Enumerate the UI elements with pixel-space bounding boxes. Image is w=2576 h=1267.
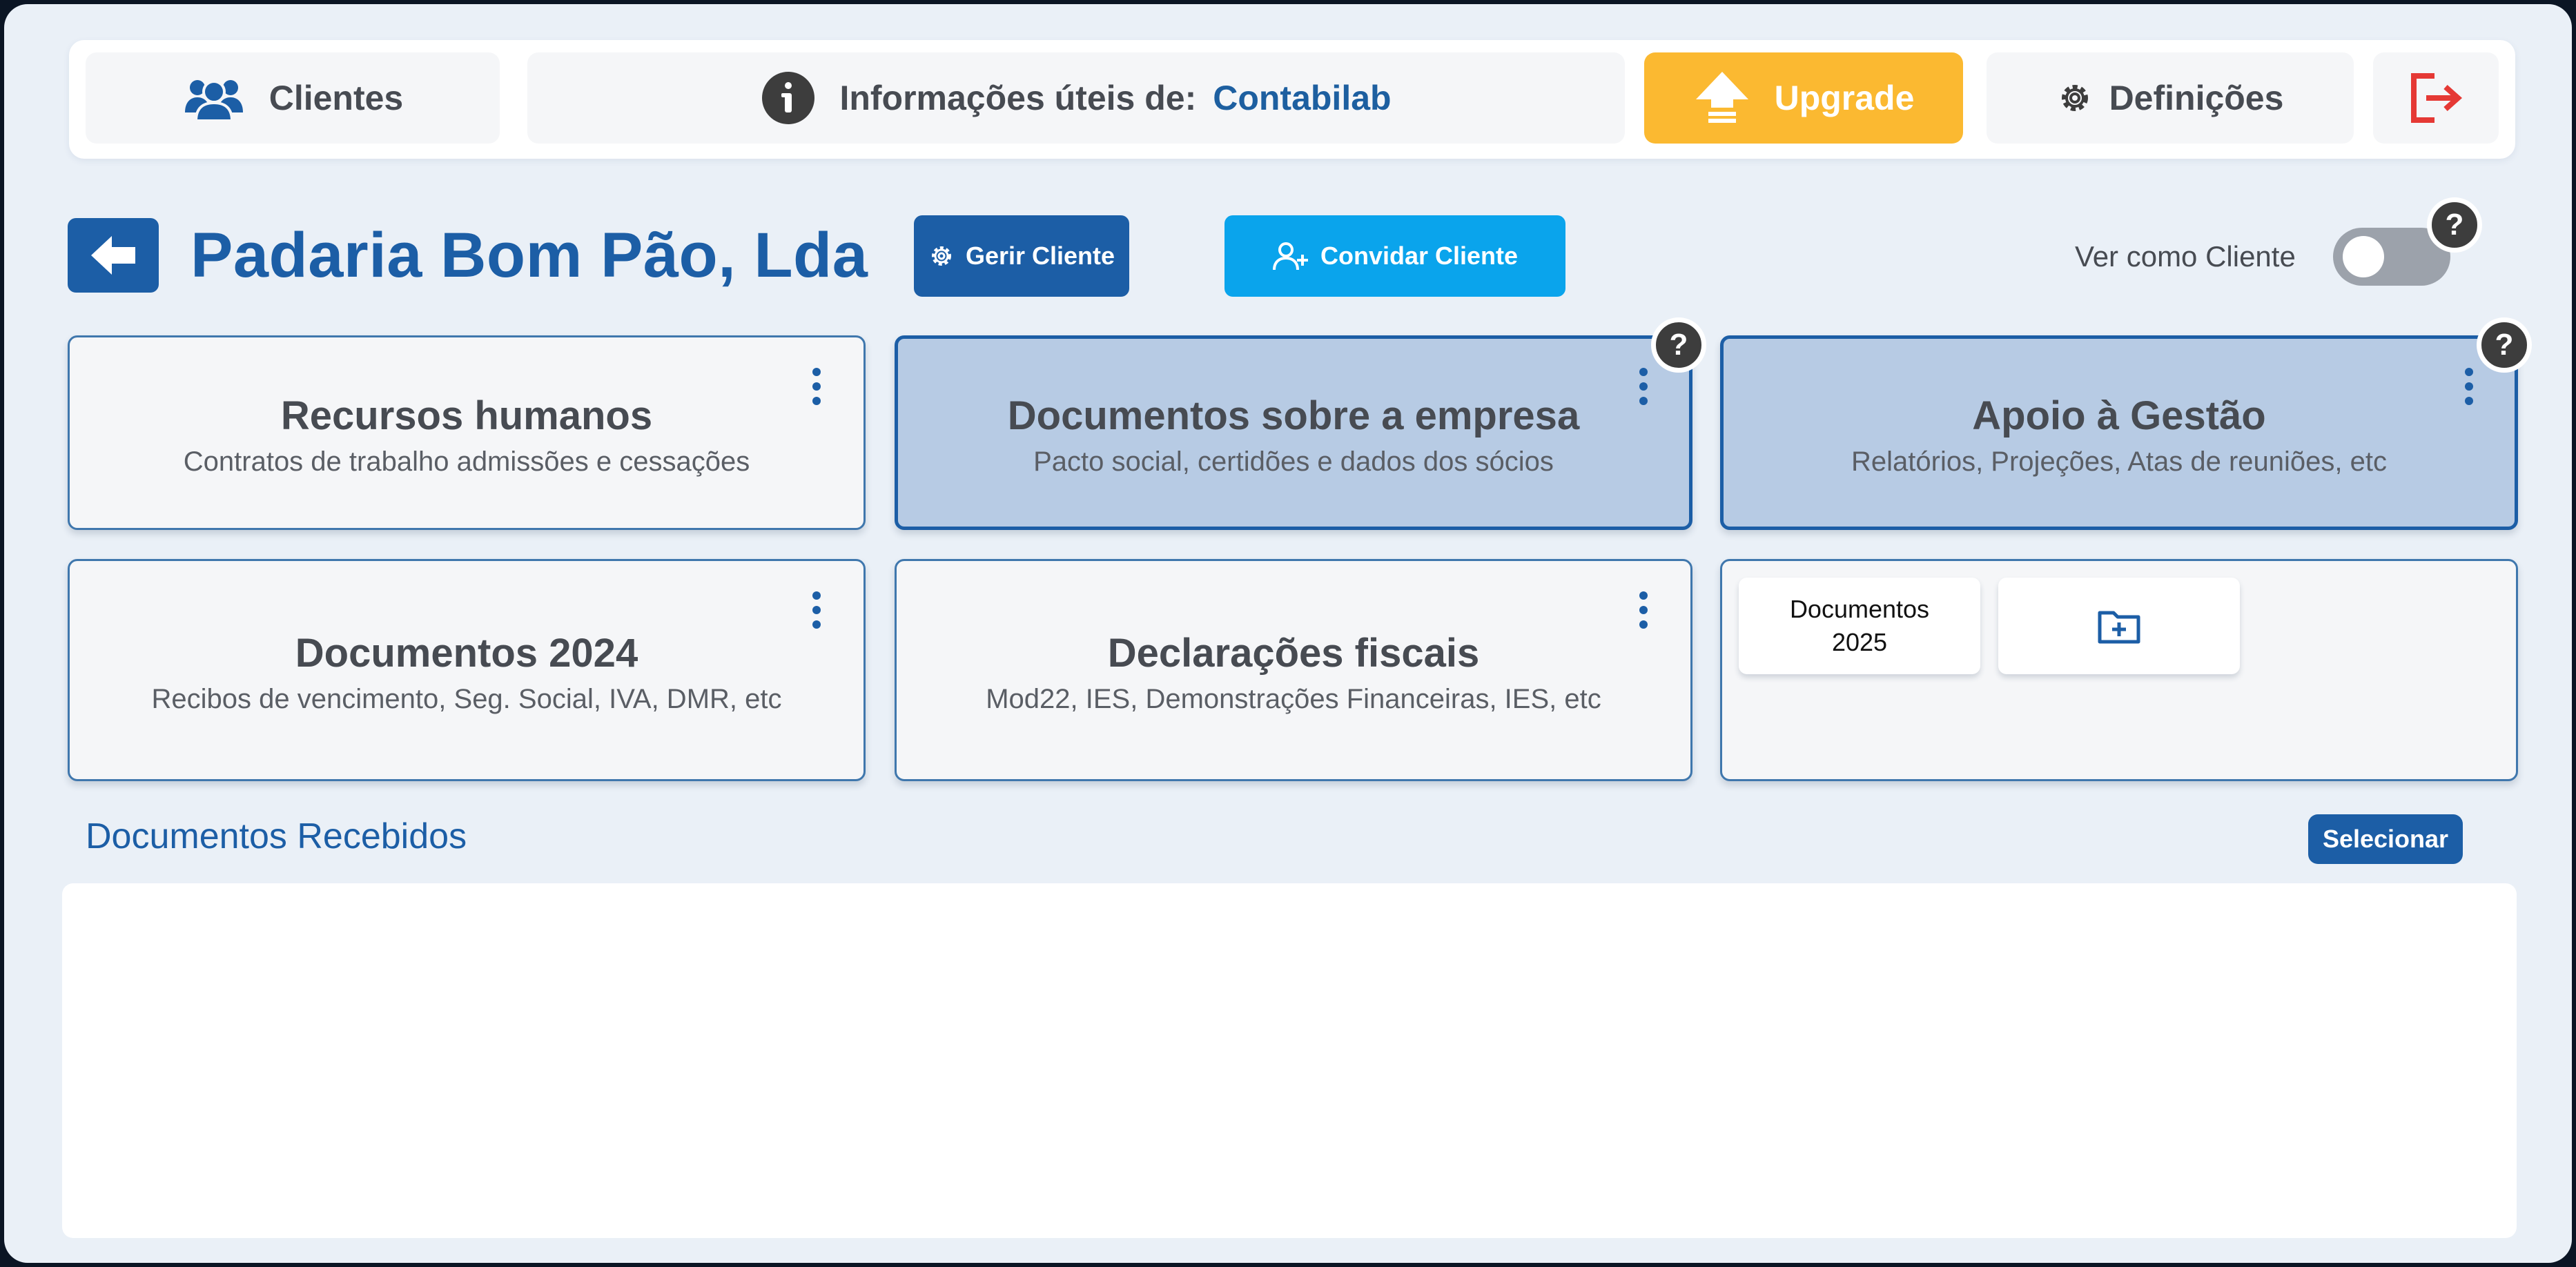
upgrade-label: Upgrade — [1774, 79, 1915, 117]
convidar-cliente-button[interactable]: Convidar Cliente — [1224, 215, 1565, 297]
card-subtitle: Relatórios, Projeções, Atas de reuniões,… — [1851, 446, 2387, 477]
back-button[interactable] — [68, 218, 159, 293]
folder-card-apoio-gestao[interactable]: Apoio à Gestão Relatórios, Projeções, At… — [1720, 335, 2518, 530]
subfolder-label-line1: Documentos — [1789, 595, 1930, 623]
kebab-icon[interactable] — [803, 362, 830, 411]
kebab-icon[interactable] — [803, 586, 830, 634]
card-subtitle: Mod22, IES, Demonstrações Financeiras, I… — [986, 684, 1601, 714]
app-frame: Clientes Informações úteis de: Contabila… — [4, 4, 2572, 1263]
info-icon — [762, 72, 815, 124]
folder-card-documentos-empresa[interactable]: Documentos sobre a empresa Pacto social,… — [895, 335, 1692, 530]
info-label: Informações úteis de: — [839, 79, 1197, 117]
add-subfolder-button[interactable] — [1998, 578, 2240, 674]
subfolders-container: Documentos 2025 — [1720, 559, 2518, 781]
help-icon[interactable]: ? — [2477, 317, 2532, 373]
info-bar[interactable]: Informações úteis de: Contabilab — [527, 52, 1625, 144]
clientes-label: Clientes — [269, 79, 404, 117]
card-subtitle: Contratos de trabalho admissões e cessaç… — [183, 446, 750, 477]
convidar-cliente-label: Convidar Cliente — [1320, 242, 1519, 270]
folder-card-recursos-humanos[interactable]: Recursos humanos Contratos de trabalho a… — [68, 335, 866, 530]
logout-button[interactable] — [2373, 52, 2499, 144]
toggle-knob — [2343, 236, 2384, 277]
arrow-left-icon — [91, 236, 135, 275]
subfolder-label-line2: 2025 — [1831, 628, 1888, 656]
gerir-cliente-label: Gerir Cliente — [965, 242, 1115, 270]
definicoes-label: Definições — [2109, 79, 2284, 117]
help-icon[interactable]: ? — [2427, 197, 2482, 253]
kebab-icon[interactable] — [1630, 586, 1657, 634]
folder-card-documentos-2024[interactable]: Documentos 2024 Recibos de vencimento, S… — [68, 559, 866, 781]
page-title: Padaria Bom Pão, Lda — [191, 219, 868, 291]
card-title: Apoio à Gestão — [1972, 393, 2266, 438]
clientes-button[interactable]: Clientes — [86, 52, 500, 144]
card-title: Documentos 2024 — [295, 631, 638, 676]
upgrade-button[interactable]: Upgrade — [1644, 52, 1963, 144]
users-icon — [184, 80, 243, 122]
card-subtitle: Recibos de vencimento, Seg. Social, IVA,… — [151, 684, 782, 714]
top-navigation-bar: Clientes Informações úteis de: Contabila… — [69, 40, 2515, 159]
subfolder-documentos-2025[interactable]: Documentos 2025 — [1739, 578, 1980, 674]
definicoes-button[interactable]: Definições — [1987, 52, 2354, 144]
kebab-icon[interactable] — [1630, 362, 1657, 411]
folder-card-declaracoes-fiscais[interactable]: Declarações fiscais Mod22, IES, Demonstr… — [895, 559, 1692, 781]
documentos-recebidos-panel — [62, 883, 2517, 1238]
card-subtitle: Pacto social, certidões e dados dos sóci… — [1033, 446, 1554, 477]
gerir-cliente-button[interactable]: Gerir Cliente — [914, 215, 1129, 297]
card-title: Declarações fiscais — [1107, 631, 1480, 676]
kebab-icon[interactable] — [2455, 362, 2483, 411]
gear-icon — [931, 246, 951, 266]
logout-icon — [2411, 73, 2463, 123]
info-brand-link[interactable]: Contabilab — [1213, 78, 1391, 118]
user-plus-icon — [1272, 242, 1308, 271]
card-title: Documentos sobre a empresa — [1007, 393, 1580, 438]
folder-plus-icon — [2098, 611, 2140, 644]
documentos-recebidos-title: Documentos Recebidos — [86, 816, 467, 856]
upload-icon — [1695, 72, 1748, 123]
selecionar-button[interactable]: Selecionar — [2308, 814, 2463, 864]
gear-icon — [2061, 85, 2088, 111]
ver-como-cliente-label: Ver como Cliente — [2075, 240, 2296, 273]
card-title: Recursos humanos — [280, 393, 653, 438]
help-icon[interactable]: ? — [1651, 317, 1706, 373]
